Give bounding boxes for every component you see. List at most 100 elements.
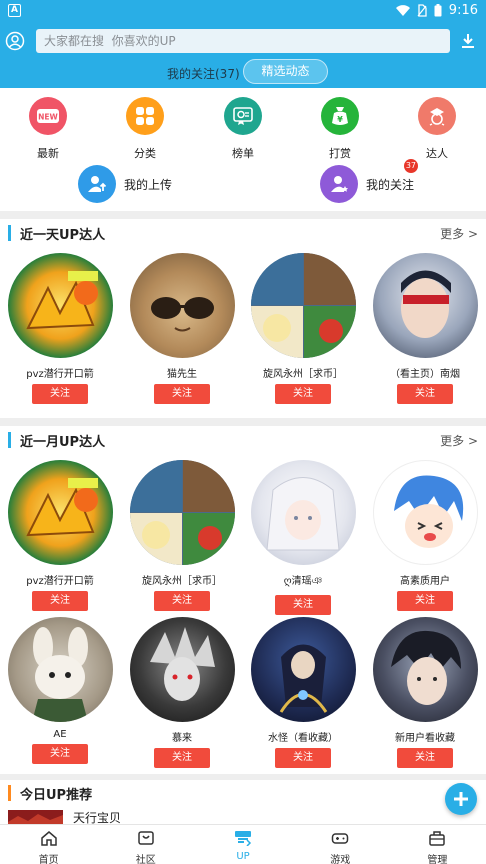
section-title: 近一天UP达人 [20,228,106,243]
avatar[interactable] [7,617,113,722]
my-follows-link[interactable]: 我的关注 37 [320,159,419,203]
category-expert[interactable]: 达人 [407,97,467,161]
avatar[interactable] [250,617,356,722]
nav-home[interactable]: 首页 [0,825,97,864]
up-name: 慕来 [172,733,192,744]
svg-text:NEW: NEW [38,113,58,122]
follow-button[interactable]: 关注 [32,744,88,764]
expert-icon [418,97,456,135]
app-root: A 9:16 我的关注(37) 精选动态 [0,0,486,864]
up-name: ღ清瑶ঞ [283,576,323,587]
avatar[interactable] [250,460,356,565]
follow-button[interactable]: 关注 [154,748,210,768]
follow-button[interactable]: 关注 [154,384,210,404]
more-link[interactable]: 更多 > [440,225,478,242]
download-button[interactable] [459,32,477,50]
up-name: 高素质用户 [400,576,450,587]
add-button[interactable] [445,783,477,815]
up-name: pvz潜行开口箭 [26,576,94,587]
section-accent [8,432,11,448]
up-name: （看主页）南烟 [390,369,460,380]
featured-feed-button[interactable]: 精选动态 [243,59,328,84]
avatar[interactable] [372,253,478,358]
gamepad-icon [331,833,349,844]
search-box[interactable] [36,29,450,53]
no-sim-icon [417,4,427,17]
divider [0,211,486,219]
my-uploads-link[interactable]: 我的上传 [78,165,172,203]
avatar[interactable] [129,617,235,722]
up-card[interactable]: 旋风永州［求币］ 关注 [248,253,358,404]
category-classify[interactable]: 分类 [115,97,175,161]
nav-up[interactable]: UP [194,825,291,864]
up-name: 旋风永州［求币］ [263,369,343,380]
follow-button[interactable]: 关注 [397,748,453,768]
avatar[interactable] [129,253,235,358]
avatar[interactable] [250,253,356,358]
user-profile-button[interactable] [5,31,25,51]
avatar[interactable] [372,617,478,722]
section-month-header: 近一月UP达人 更多 > [0,427,486,453]
user-icon [5,31,25,51]
up-card[interactable]: AE 关注 [5,617,115,764]
nav-manage[interactable]: 管理 [389,825,486,864]
up-card[interactable]: （看主页）南烟 关注 [370,253,480,404]
upload-user-icon [78,165,116,203]
battery-icon [434,4,442,17]
notification-icon: A [8,4,21,17]
manage-icon [429,831,446,846]
avatar[interactable] [129,460,235,565]
grid-icon [126,97,164,135]
my-follows-label: 我的关注 [366,177,415,192]
up-card[interactable]: 旋风永州［求币］ 关注 [127,460,237,611]
up-card[interactable]: 猫先生 关注 [127,253,237,404]
category-label: 打赏 [329,147,351,160]
avatar[interactable] [372,460,478,565]
clock: 9:16 [448,3,478,18]
category-label: 榜单 [232,147,254,160]
follow-button[interactable]: 关注 [397,384,453,404]
avatar[interactable] [7,460,113,565]
category-label: 达人 [426,147,448,160]
more-link[interactable]: 更多 > [440,432,478,449]
category-reward[interactable]: ¥ 打赏 [310,97,370,161]
avatar[interactable] [7,253,113,358]
follow-button[interactable]: 关注 [154,591,210,611]
up-card[interactable]: ღ清瑶ঞ 关注 [248,460,358,615]
up-card[interactable]: 高素质用户 关注 [370,460,480,611]
up-card[interactable]: pvz潜行开口箭 关注 [5,253,115,404]
follow-button[interactable]: 关注 [397,591,453,611]
ranking-icon [224,97,262,135]
svg-text:¥: ¥ [337,115,343,124]
up-card[interactable]: 慕来 关注 [127,617,237,768]
nav-label: UP [236,851,250,862]
community-icon [138,831,154,845]
download-icon [462,34,474,48]
follow-button[interactable]: 关注 [275,748,331,768]
nav-community[interactable]: 社区 [97,825,194,864]
up-card[interactable]: 新用户看收藏 关注 [370,617,480,768]
section-day-header: 近一天UP达人 更多 > [0,220,486,246]
divider [0,418,486,426]
bottom-nav: 首页 社区 UP 游戏 管理 [0,824,486,864]
up-card[interactable]: 水怪（看收藏） 关注 [248,617,358,768]
nav-games[interactable]: 游戏 [292,825,389,864]
wifi-icon [395,4,410,16]
up-name: AE [53,729,67,740]
my-follow-tab[interactable]: 我的关注(37) [167,65,240,82]
section-accent [8,225,11,241]
section-title: 近一月UP达人 [20,435,106,450]
follow-button[interactable]: 关注 [32,591,88,611]
follow-button[interactable]: 关注 [275,384,331,404]
section-accent [8,785,11,801]
home-icon [40,831,57,846]
follow-button[interactable]: 关注 [32,384,88,404]
nav-label: 管理 [427,855,448,864]
up-card[interactable]: pvz潜行开口箭 关注 [5,460,115,611]
my-uploads-label: 我的上传 [124,177,173,192]
nav-label: 社区 [135,855,156,864]
follow-button[interactable]: 关注 [275,595,331,615]
category-new[interactable]: NEW 最新 [18,97,78,161]
category-ranking[interactable]: 榜单 [213,97,273,161]
search-input[interactable] [44,34,450,48]
